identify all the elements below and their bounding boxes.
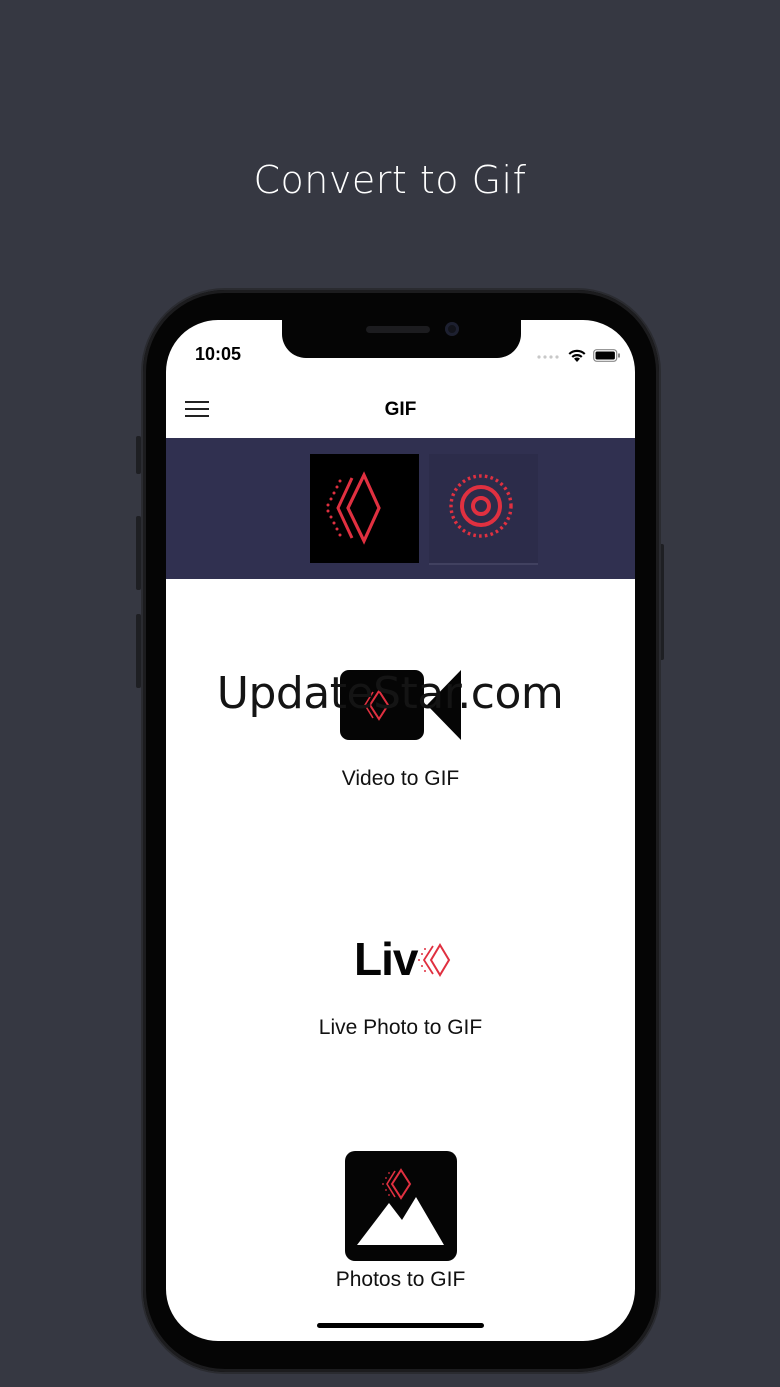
speaker bbox=[366, 326, 430, 333]
signal-icon bbox=[537, 355, 559, 359]
wifi-icon bbox=[568, 349, 586, 362]
live-logo-text: Liv bbox=[354, 933, 418, 985]
photo-mountains-icon bbox=[345, 1151, 457, 1261]
front-camera bbox=[445, 322, 459, 336]
gif-logo-icon bbox=[326, 471, 381, 545]
option-live-photo-to-gif[interactable]: Liv Live Photo to GIF bbox=[166, 920, 635, 1050]
nav-title: GIF bbox=[384, 399, 417, 420]
live-logo-icon: Liv bbox=[354, 932, 454, 985]
option-label: Video to GIF bbox=[341, 767, 460, 790]
phone-screen: 10:05 GIF Video to GIF Liv Live Photo to… bbox=[166, 320, 635, 1341]
tab-live[interactable] bbox=[429, 454, 538, 565]
headline: Convert to Gif bbox=[253, 158, 527, 202]
tab-strip bbox=[166, 438, 635, 579]
battery-icon bbox=[593, 348, 620, 362]
silent-switch bbox=[136, 436, 141, 474]
tab-gif[interactable] bbox=[310, 454, 419, 563]
live-logo-mark bbox=[418, 943, 451, 977]
power-button bbox=[659, 544, 664, 660]
home-indicator[interactable] bbox=[317, 1323, 484, 1328]
notch bbox=[282, 320, 521, 358]
volume-up-button bbox=[136, 516, 141, 590]
live-target-icon bbox=[449, 474, 513, 538]
status-icons bbox=[537, 347, 621, 363]
status-time: 10:05 bbox=[195, 344, 242, 364]
option-label: Photos to GIF bbox=[335, 1268, 466, 1291]
option-photos-to-gif[interactable]: Photos to GIF bbox=[166, 1148, 635, 1298]
option-label: Live Photo to GIF bbox=[318, 1016, 483, 1039]
navigation-bar: GIF bbox=[166, 386, 635, 438]
watermark: UpdateStar.com bbox=[216, 668, 564, 719]
